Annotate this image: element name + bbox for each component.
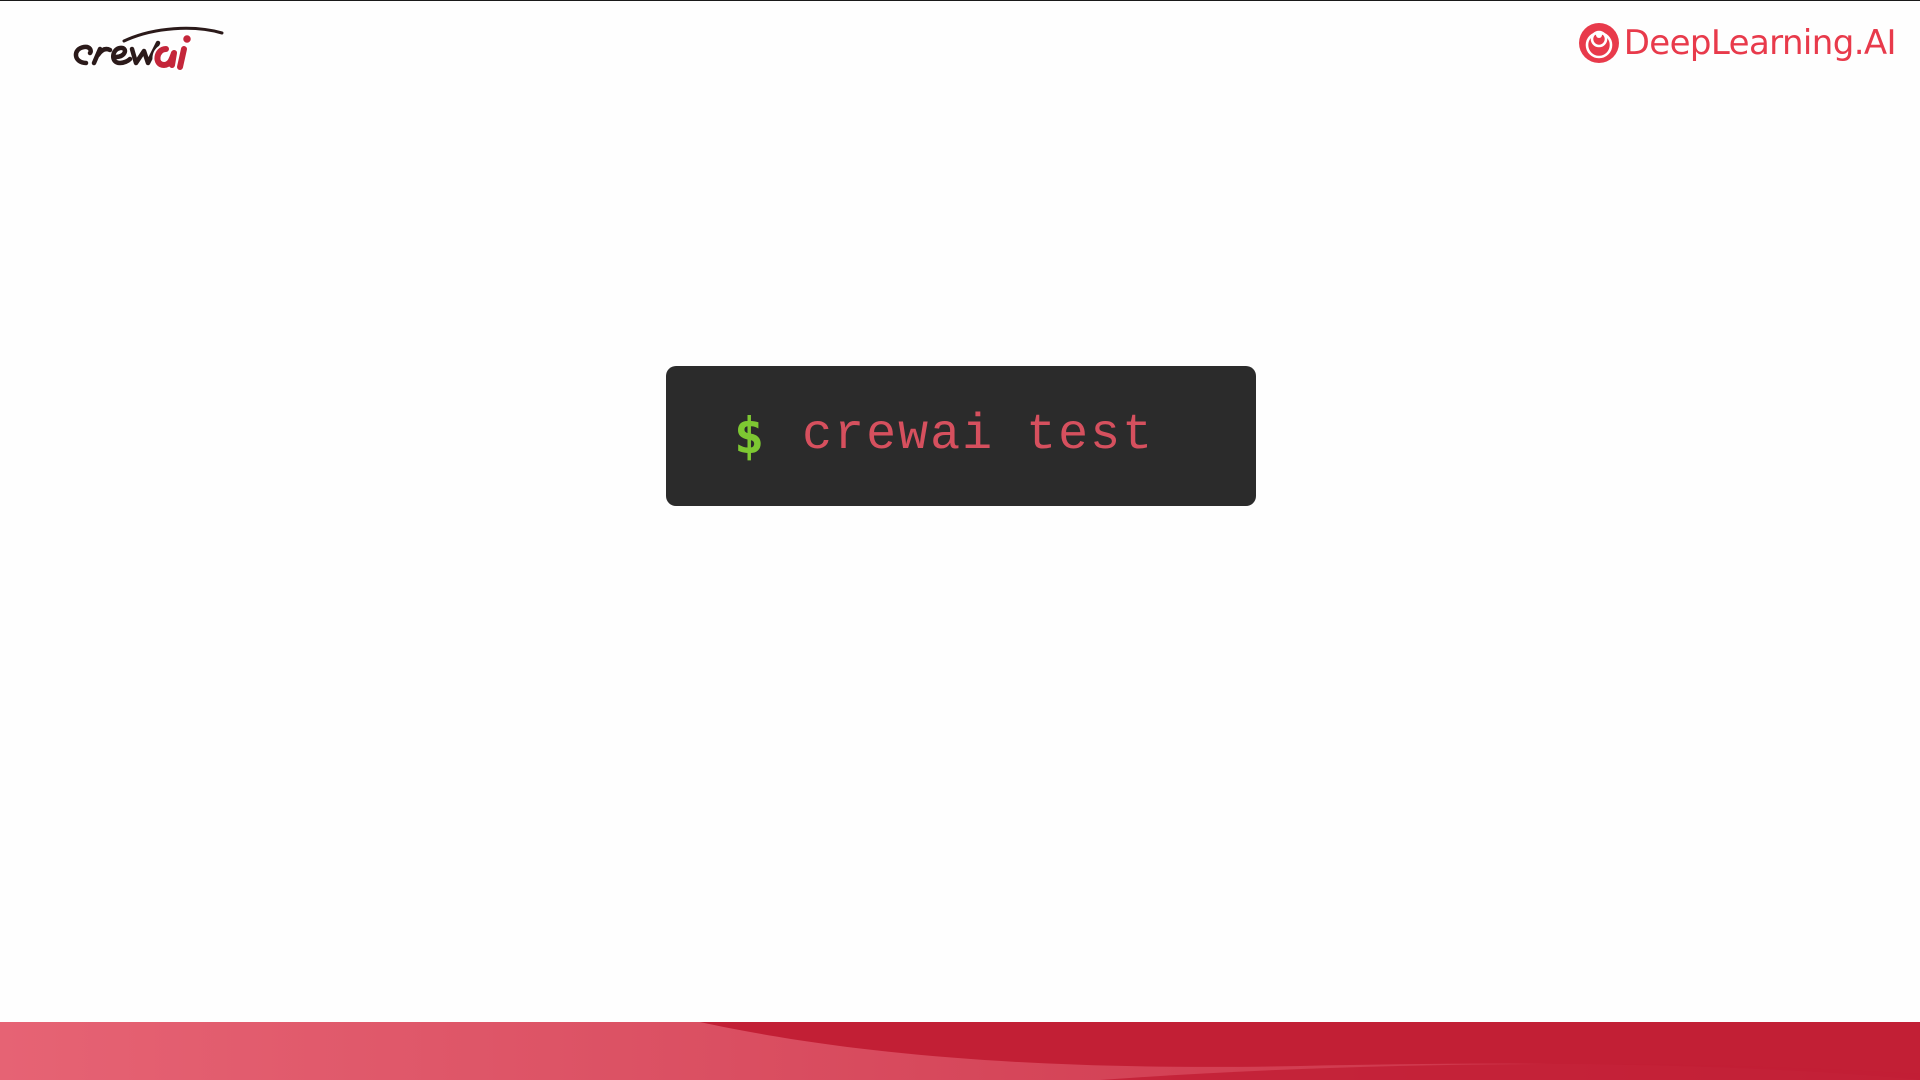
deeplearning-ai-logo: DeepLearning.AI [1578,19,1897,67]
footer-wave-graphic [0,1022,1920,1080]
slide: DeepLearning.AI $ crewai test [0,0,1920,1080]
deeplearning-ai-mark-icon [1578,23,1619,63]
crewai-logo [64,19,234,83]
footer-wave-band [0,1022,1920,1080]
deeplearning-ai-wordmark: DeepLearning.AI [1623,23,1897,63]
crewai-logo-icon [71,26,224,72]
terminal-command-box: $ crewai test [666,366,1256,506]
terminal-command: crewai test [802,407,1155,464]
terminal-prompt: $ [734,407,765,465]
